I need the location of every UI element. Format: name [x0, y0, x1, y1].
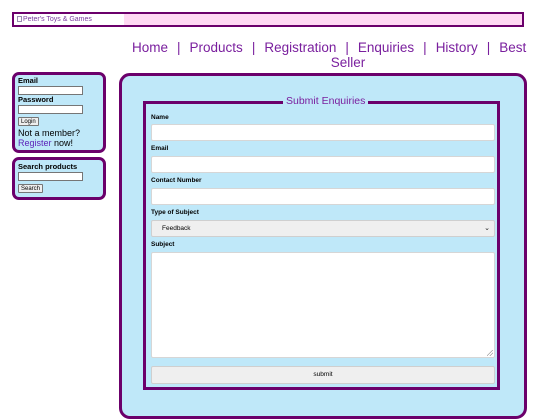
nav-separator: | — [486, 40, 491, 55]
nav-link-best-seller-cont[interactable]: Seller — [291, 55, 366, 70]
broken-image-icon — [17, 16, 22, 22]
nav-separator: | — [251, 40, 256, 55]
register-suffix: now! — [51, 138, 74, 148]
email-input[interactable] — [151, 156, 495, 173]
nav-link-enquiries[interactable]: Enquiries — [358, 40, 414, 55]
nav-line-1: Home | Products | Registration | Enquiries | His… — [132, 40, 526, 55]
nav-separator: | — [177, 40, 181, 55]
login-password-input[interactable] — [18, 105, 83, 114]
email-label: Email — [151, 145, 169, 152]
subject-type-label: Type of Subject — [151, 209, 199, 216]
main-nav: Home | Products | Registration | Enquiries | His… — [132, 40, 526, 70]
nav-separator: | — [423, 40, 427, 55]
login-button[interactable]: Login — [18, 117, 39, 126]
nav-separator: | — [345, 40, 349, 55]
register-link[interactable]: Register — [18, 138, 52, 148]
subject-type-value: Feedback — [162, 225, 191, 232]
search-button[interactable]: Search — [18, 184, 44, 193]
resize-grip-icon[interactable] — [487, 350, 493, 356]
search-panel: Search products Search — [12, 157, 106, 200]
nav-link-home[interactable]: Home — [132, 40, 168, 55]
nav-line-2: Seller — [132, 55, 524, 70]
logo-alt-label: Peter's Toys & Games — [23, 16, 92, 23]
submit-button[interactable]: submit — [151, 366, 495, 384]
logo-alt-text: Peter's Toys & Games — [17, 14, 125, 25]
login-email-input[interactable] — [18, 86, 83, 95]
header-banner — [124, 12, 524, 27]
name-label: Name — [151, 114, 169, 121]
site-logo: Peter's Toys & Games — [12, 12, 128, 27]
nav-link-best-seller[interactable]: Best — [499, 40, 526, 55]
subject-type-select[interactable]: Feedback ⌄ — [151, 220, 495, 237]
login-panel: Email Password Login Not a member? Regis… — [12, 72, 106, 153]
search-input[interactable] — [18, 172, 83, 181]
subject-textarea[interactable] — [151, 252, 495, 358]
nav-link-registration[interactable]: Registration — [264, 40, 336, 55]
nav-link-products[interactable]: Products — [190, 40, 243, 55]
member-prompt: Not a member? — [18, 128, 81, 138]
login-password-label: Password — [18, 95, 54, 104]
contact-number-label: Contact Number — [151, 177, 202, 184]
chevron-down-icon: ⌄ — [484, 225, 490, 232]
enquiry-form-title: Submit Enquiries — [283, 95, 369, 107]
login-email-label: Email — [18, 76, 39, 85]
nav-link-history[interactable]: History — [436, 40, 478, 55]
register-line: Register now! — [18, 138, 73, 148]
contact-number-input[interactable] — [151, 188, 495, 205]
subject-label: Subject — [151, 241, 175, 248]
search-label: Search products — [18, 162, 78, 171]
name-input[interactable] — [151, 124, 495, 141]
